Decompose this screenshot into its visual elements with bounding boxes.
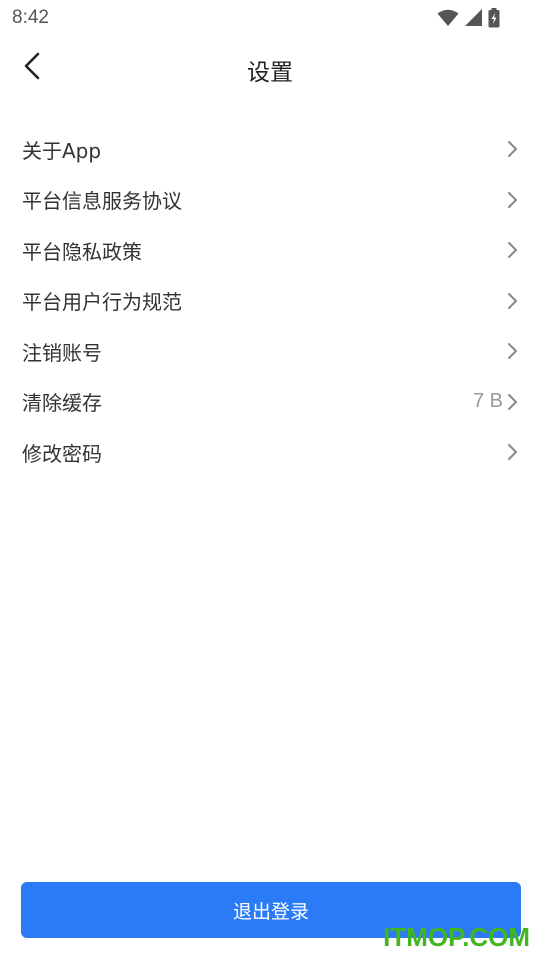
- settings-item-label: 关于App: [22, 138, 102, 163]
- settings-item-about[interactable]: 关于App: [0, 124, 540, 175]
- settings-item-label: 修改密码: [22, 441, 102, 466]
- settings-item-change-password[interactable]: 修改密码: [0, 427, 540, 478]
- settings-item-user-conduct[interactable]: 平台用户行为规范: [0, 276, 540, 327]
- settings-item-label: 平台信息服务协议: [22, 189, 182, 214]
- settings-item-clear-cache[interactable]: 清除缓存 7 B: [0, 377, 540, 428]
- settings-item-label: 清除缓存: [22, 391, 102, 416]
- settings-item-service-agreement[interactable]: 平台信息服务协议: [0, 175, 540, 226]
- battery-charging-icon: [488, 8, 500, 28]
- status-time: 8:42: [12, 7, 49, 28]
- chevron-right-icon: [508, 444, 517, 461]
- chevron-right-icon: [508, 191, 517, 208]
- status-icons: [437, 8, 500, 28]
- chevron-right-icon: [508, 393, 517, 410]
- cache-size-value: 7 B: [472, 390, 503, 413]
- chevron-right-icon: [508, 141, 517, 158]
- settings-item-label: 注销账号: [22, 340, 102, 365]
- settings-item-privacy-policy[interactable]: 平台隐私政策: [0, 225, 540, 276]
- wifi-icon: [437, 9, 459, 27]
- chevron-right-icon: [508, 343, 517, 360]
- status-bar: 8:42: [0, 0, 540, 36]
- settings-list: 关于App 平台信息服务协议 平台隐私政策 平台用户行为规范 注销账号 清除缓存…: [0, 124, 540, 478]
- chevron-right-icon: [508, 242, 517, 259]
- chevron-right-icon: [508, 292, 517, 309]
- cell-signal-icon: [464, 9, 483, 27]
- settings-item-label: 平台用户行为规范: [22, 290, 182, 315]
- settings-item-delete-account[interactable]: 注销账号: [0, 326, 540, 377]
- page-title: 设置: [247, 60, 293, 86]
- title-bar: 设置: [0, 36, 540, 100]
- settings-item-label: 平台隐私政策: [22, 239, 142, 264]
- watermark-text: ITMOP.COM: [383, 922, 530, 952]
